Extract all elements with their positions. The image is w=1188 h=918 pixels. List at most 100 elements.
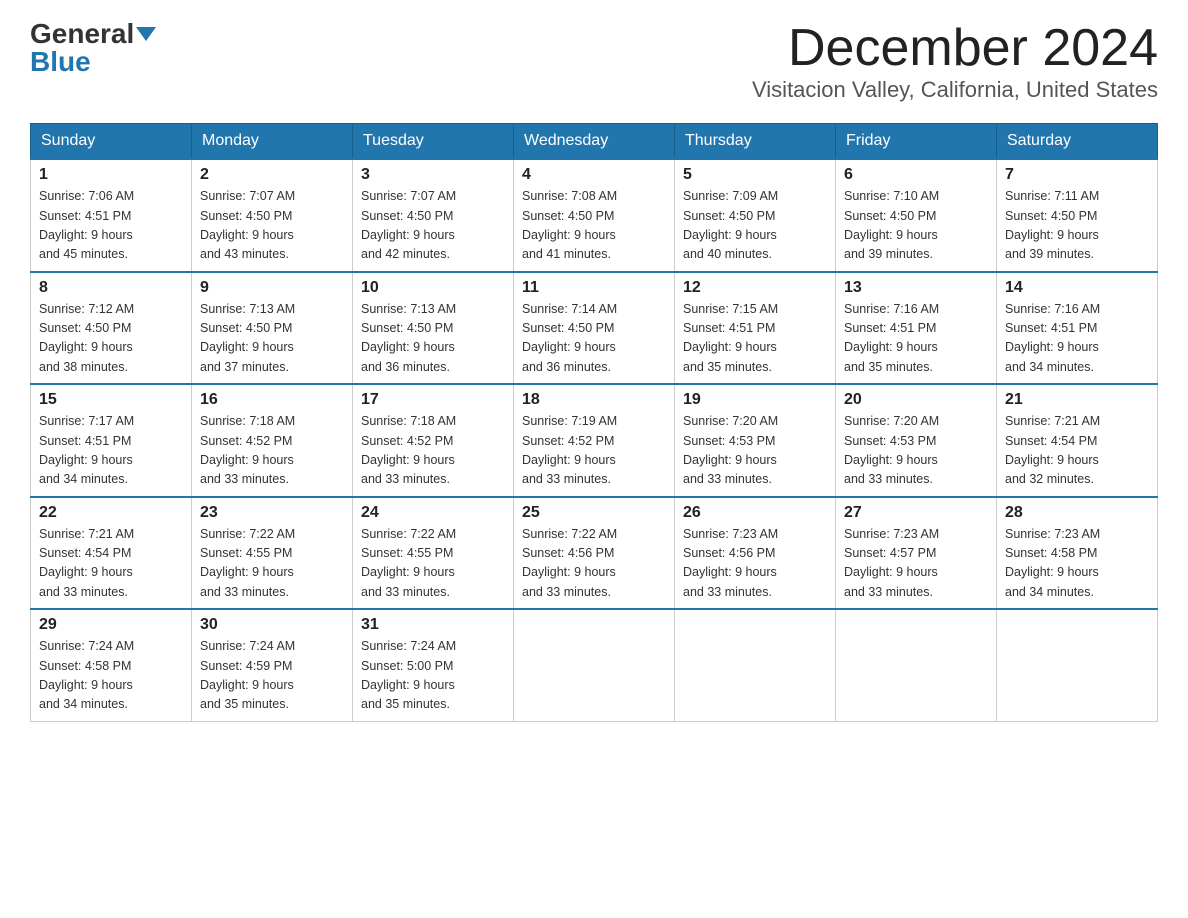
calendar-table: SundayMondayTuesdayWednesdayThursdayFrid… xyxy=(30,123,1158,722)
day-number: 22 xyxy=(39,504,183,522)
calendar-day-cell: 22 Sunrise: 7:21 AMSunset: 4:54 PMDaylig… xyxy=(31,497,192,610)
day-info: Sunrise: 7:09 AMSunset: 4:50 PMDaylight:… xyxy=(683,189,778,261)
day-number: 17 xyxy=(361,391,505,409)
calendar-day-cell: 15 Sunrise: 7:17 AMSunset: 4:51 PMDaylig… xyxy=(31,384,192,497)
day-number: 19 xyxy=(683,391,827,409)
calendar-day-cell: 5 Sunrise: 7:09 AMSunset: 4:50 PMDayligh… xyxy=(675,159,836,272)
day-info: Sunrise: 7:20 AMSunset: 4:53 PMDaylight:… xyxy=(844,414,939,486)
day-info: Sunrise: 7:08 AMSunset: 4:50 PMDaylight:… xyxy=(522,189,617,261)
day-info: Sunrise: 7:23 AMSunset: 4:56 PMDaylight:… xyxy=(683,527,778,599)
day-number: 16 xyxy=(200,391,344,409)
day-number: 10 xyxy=(361,279,505,297)
calendar-day-cell: 27 Sunrise: 7:23 AMSunset: 4:57 PMDaylig… xyxy=(836,497,997,610)
day-number: 26 xyxy=(683,504,827,522)
day-info: Sunrise: 7:07 AMSunset: 4:50 PMDaylight:… xyxy=(200,189,295,261)
calendar-day-cell: 7 Sunrise: 7:11 AMSunset: 4:50 PMDayligh… xyxy=(997,159,1158,272)
day-info: Sunrise: 7:23 AMSunset: 4:58 PMDaylight:… xyxy=(1005,527,1100,599)
location-title: Visitacion Valley, California, United St… xyxy=(752,77,1158,103)
day-info: Sunrise: 7:16 AMSunset: 4:51 PMDaylight:… xyxy=(844,302,939,374)
day-info: Sunrise: 7:13 AMSunset: 4:50 PMDaylight:… xyxy=(200,302,295,374)
calendar-day-cell xyxy=(997,609,1158,721)
day-number: 12 xyxy=(683,279,827,297)
page-header: General Blue December 2024 Visitacion Va… xyxy=(30,20,1158,103)
day-number: 4 xyxy=(522,166,666,184)
day-number: 2 xyxy=(200,166,344,184)
day-info: Sunrise: 7:22 AMSunset: 4:55 PMDaylight:… xyxy=(361,527,456,599)
calendar-day-cell: 6 Sunrise: 7:10 AMSunset: 4:50 PMDayligh… xyxy=(836,159,997,272)
calendar-day-cell: 4 Sunrise: 7:08 AMSunset: 4:50 PMDayligh… xyxy=(514,159,675,272)
day-number: 25 xyxy=(522,504,666,522)
day-info: Sunrise: 7:24 AMSunset: 5:00 PMDaylight:… xyxy=(361,639,456,711)
day-info: Sunrise: 7:10 AMSunset: 4:50 PMDaylight:… xyxy=(844,189,939,261)
day-info: Sunrise: 7:22 AMSunset: 4:56 PMDaylight:… xyxy=(522,527,617,599)
day-number: 7 xyxy=(1005,166,1149,184)
calendar-week-row: 15 Sunrise: 7:17 AMSunset: 4:51 PMDaylig… xyxy=(31,384,1158,497)
day-info: Sunrise: 7:15 AMSunset: 4:51 PMDaylight:… xyxy=(683,302,778,374)
day-number: 6 xyxy=(844,166,988,184)
day-info: Sunrise: 7:16 AMSunset: 4:51 PMDaylight:… xyxy=(1005,302,1100,374)
month-title: December 2024 xyxy=(752,20,1158,77)
day-info: Sunrise: 7:21 AMSunset: 4:54 PMDaylight:… xyxy=(1005,414,1100,486)
calendar-day-cell: 26 Sunrise: 7:23 AMSunset: 4:56 PMDaylig… xyxy=(675,497,836,610)
calendar-day-cell: 12 Sunrise: 7:15 AMSunset: 4:51 PMDaylig… xyxy=(675,272,836,385)
day-number: 23 xyxy=(200,504,344,522)
calendar-day-cell: 11 Sunrise: 7:14 AMSunset: 4:50 PMDaylig… xyxy=(514,272,675,385)
calendar-day-cell: 16 Sunrise: 7:18 AMSunset: 4:52 PMDaylig… xyxy=(192,384,353,497)
day-info: Sunrise: 7:23 AMSunset: 4:57 PMDaylight:… xyxy=(844,527,939,599)
title-area: December 2024 Visitacion Valley, Califor… xyxy=(752,20,1158,103)
calendar-day-cell xyxy=(514,609,675,721)
calendar-day-cell: 18 Sunrise: 7:19 AMSunset: 4:52 PMDaylig… xyxy=(514,384,675,497)
day-info: Sunrise: 7:19 AMSunset: 4:52 PMDaylight:… xyxy=(522,414,617,486)
day-info: Sunrise: 7:22 AMSunset: 4:55 PMDaylight:… xyxy=(200,527,295,599)
logo: General Blue xyxy=(30,20,156,76)
calendar-day-header: Thursday xyxy=(675,124,836,160)
calendar-day-cell: 19 Sunrise: 7:20 AMSunset: 4:53 PMDaylig… xyxy=(675,384,836,497)
calendar-day-header: Sunday xyxy=(31,124,192,160)
calendar-week-row: 8 Sunrise: 7:12 AMSunset: 4:50 PMDayligh… xyxy=(31,272,1158,385)
day-number: 20 xyxy=(844,391,988,409)
calendar-day-cell: 24 Sunrise: 7:22 AMSunset: 4:55 PMDaylig… xyxy=(353,497,514,610)
day-number: 21 xyxy=(1005,391,1149,409)
day-info: Sunrise: 7:06 AMSunset: 4:51 PMDaylight:… xyxy=(39,189,134,261)
calendar-day-header: Monday xyxy=(192,124,353,160)
day-number: 27 xyxy=(844,504,988,522)
calendar-day-cell: 1 Sunrise: 7:06 AMSunset: 4:51 PMDayligh… xyxy=(31,159,192,272)
calendar-header-row: SundayMondayTuesdayWednesdayThursdayFrid… xyxy=(31,124,1158,160)
calendar-day-header: Wednesday xyxy=(514,124,675,160)
calendar-day-cell: 31 Sunrise: 7:24 AMSunset: 5:00 PMDaylig… xyxy=(353,609,514,721)
logo-blue-text: Blue xyxy=(30,48,91,76)
day-number: 15 xyxy=(39,391,183,409)
calendar-day-cell xyxy=(675,609,836,721)
calendar-day-cell: 8 Sunrise: 7:12 AMSunset: 4:50 PMDayligh… xyxy=(31,272,192,385)
calendar-day-header: Saturday xyxy=(997,124,1158,160)
day-number: 31 xyxy=(361,616,505,634)
day-info: Sunrise: 7:24 AMSunset: 4:59 PMDaylight:… xyxy=(200,639,295,711)
day-number: 3 xyxy=(361,166,505,184)
day-number: 9 xyxy=(200,279,344,297)
calendar-week-row: 22 Sunrise: 7:21 AMSunset: 4:54 PMDaylig… xyxy=(31,497,1158,610)
calendar-day-cell: 29 Sunrise: 7:24 AMSunset: 4:58 PMDaylig… xyxy=(31,609,192,721)
day-info: Sunrise: 7:11 AMSunset: 4:50 PMDaylight:… xyxy=(1005,189,1099,261)
day-info: Sunrise: 7:17 AMSunset: 4:51 PMDaylight:… xyxy=(39,414,134,486)
calendar-day-cell: 14 Sunrise: 7:16 AMSunset: 4:51 PMDaylig… xyxy=(997,272,1158,385)
day-info: Sunrise: 7:18 AMSunset: 4:52 PMDaylight:… xyxy=(200,414,295,486)
day-number: 1 xyxy=(39,166,183,184)
calendar-day-cell: 30 Sunrise: 7:24 AMSunset: 4:59 PMDaylig… xyxy=(192,609,353,721)
calendar-day-cell: 25 Sunrise: 7:22 AMSunset: 4:56 PMDaylig… xyxy=(514,497,675,610)
calendar-day-cell: 21 Sunrise: 7:21 AMSunset: 4:54 PMDaylig… xyxy=(997,384,1158,497)
day-number: 30 xyxy=(200,616,344,634)
calendar-day-cell: 23 Sunrise: 7:22 AMSunset: 4:55 PMDaylig… xyxy=(192,497,353,610)
calendar-day-header: Friday xyxy=(836,124,997,160)
day-number: 14 xyxy=(1005,279,1149,297)
day-info: Sunrise: 7:18 AMSunset: 4:52 PMDaylight:… xyxy=(361,414,456,486)
day-number: 13 xyxy=(844,279,988,297)
calendar-day-cell: 28 Sunrise: 7:23 AMSunset: 4:58 PMDaylig… xyxy=(997,497,1158,610)
day-info: Sunrise: 7:07 AMSunset: 4:50 PMDaylight:… xyxy=(361,189,456,261)
logo-triangle-icon xyxy=(136,27,156,41)
calendar-day-cell: 9 Sunrise: 7:13 AMSunset: 4:50 PMDayligh… xyxy=(192,272,353,385)
calendar-day-header: Tuesday xyxy=(353,124,514,160)
calendar-day-cell: 2 Sunrise: 7:07 AMSunset: 4:50 PMDayligh… xyxy=(192,159,353,272)
day-info: Sunrise: 7:21 AMSunset: 4:54 PMDaylight:… xyxy=(39,527,134,599)
day-number: 28 xyxy=(1005,504,1149,522)
day-info: Sunrise: 7:24 AMSunset: 4:58 PMDaylight:… xyxy=(39,639,134,711)
